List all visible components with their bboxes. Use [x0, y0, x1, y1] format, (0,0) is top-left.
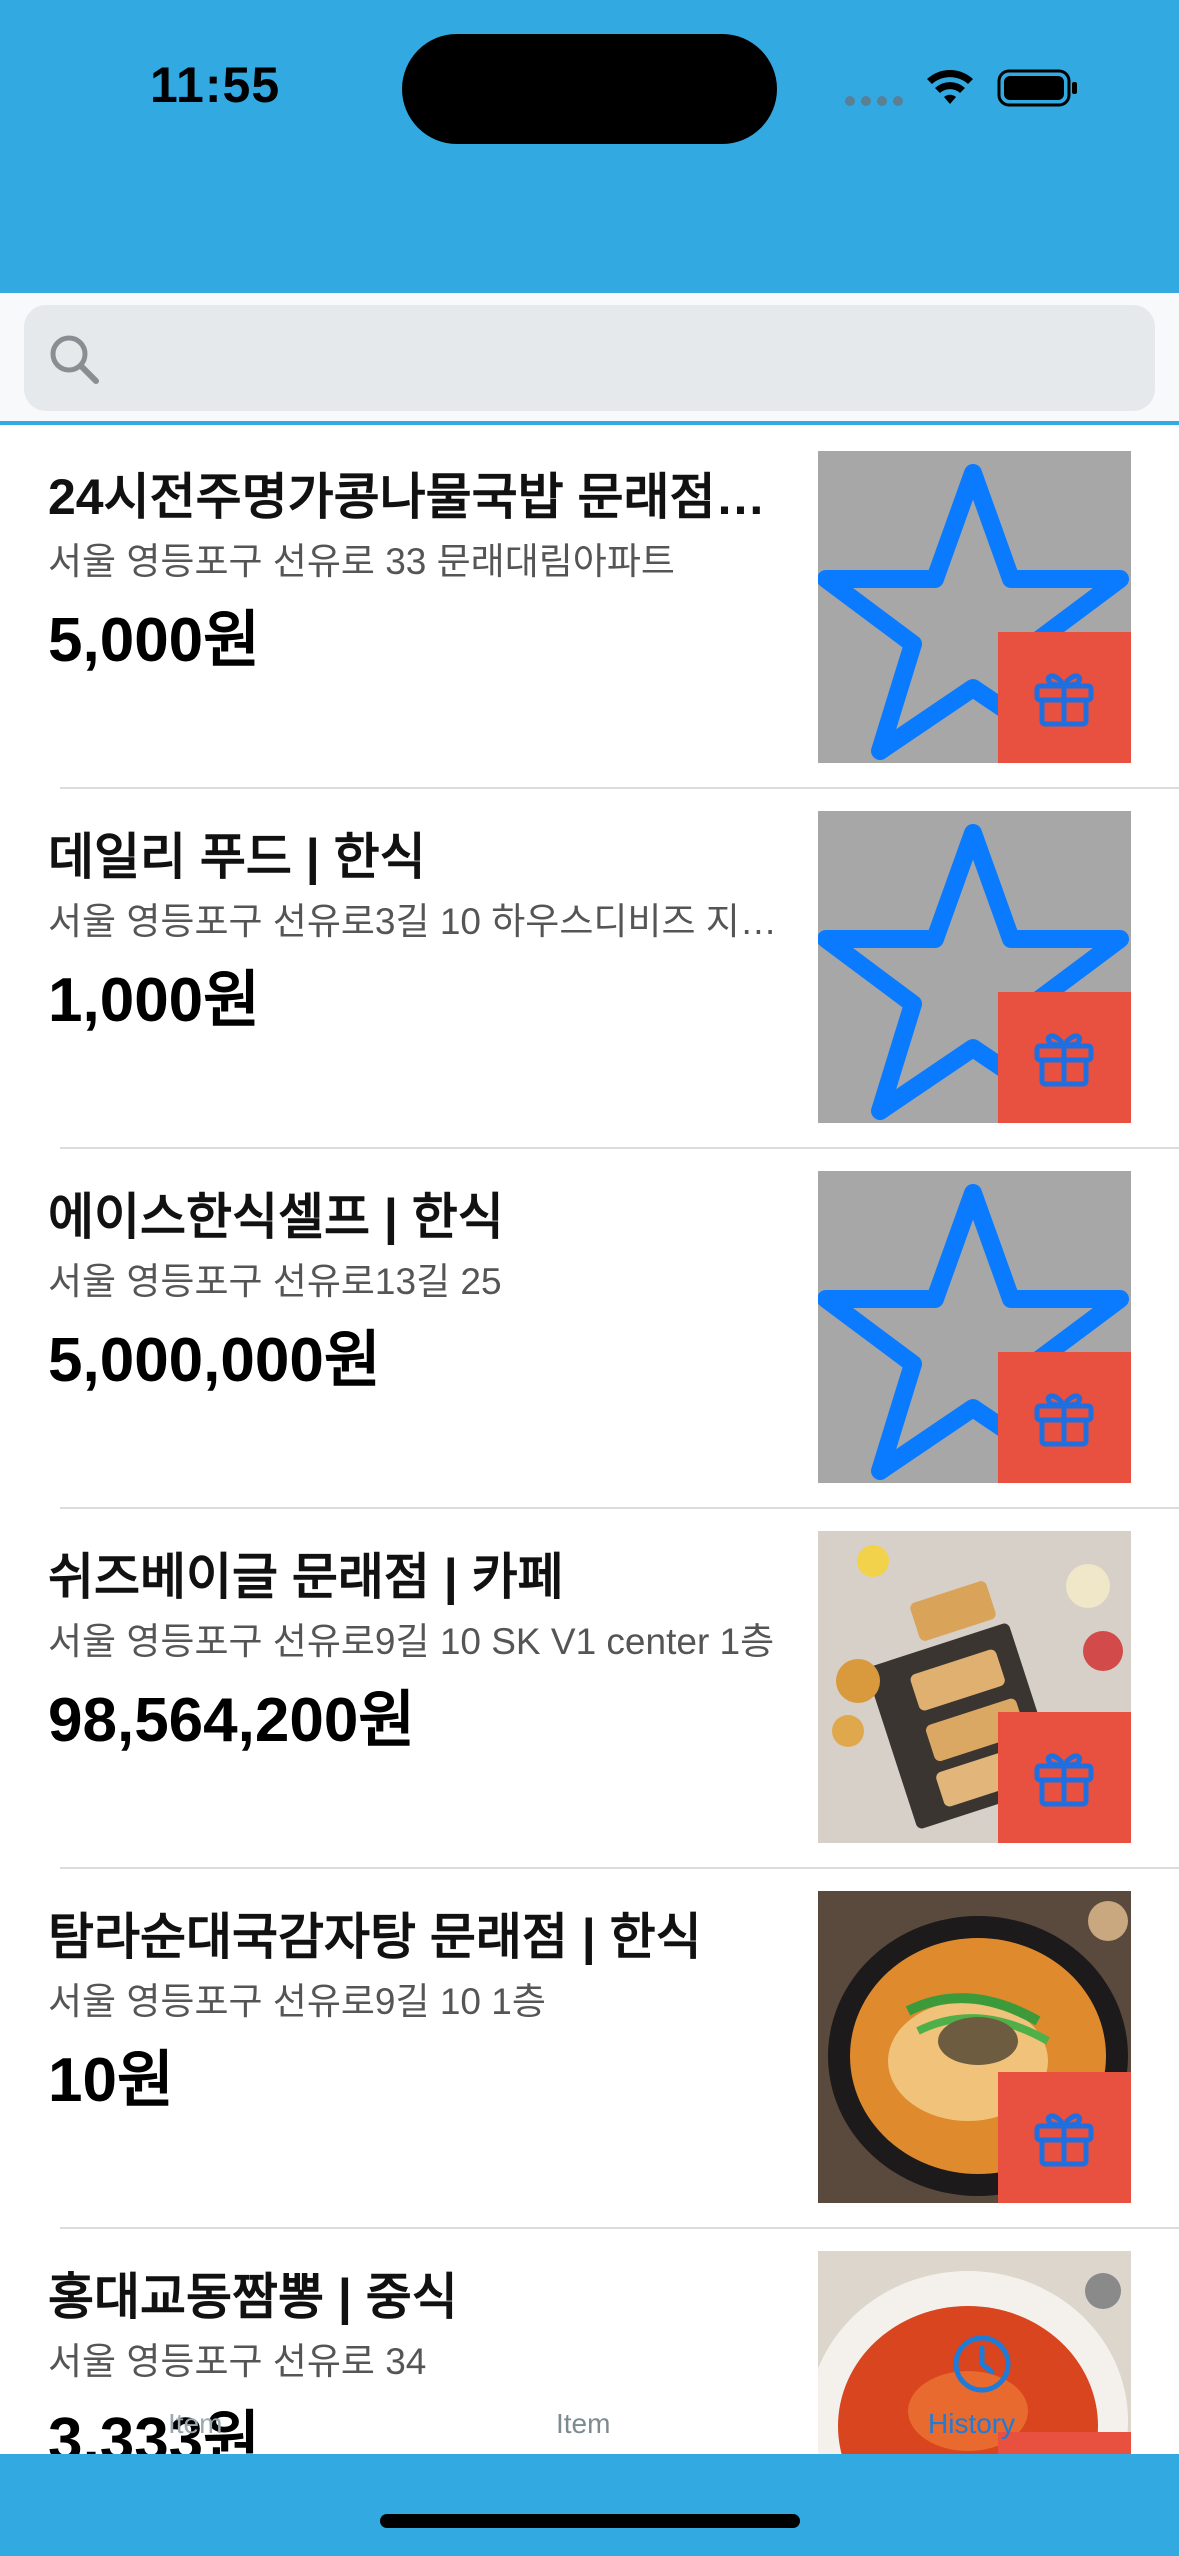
- list-item[interactable]: 24시전주명가콩나물국밥 문래점 | 한식 서울 영등포구 선유로 33 문래대…: [0, 429, 1179, 789]
- list-item[interactable]: 데일리 푸드 | 한식 서울 영등포구 선유로3길 10 하우스디비즈 지식산업…: [0, 789, 1179, 1149]
- history-icon[interactable]: [948, 2330, 1016, 2398]
- list-item[interactable]: 쉬즈베이글 문래점 | 카페 서울 영등포구 선유로9길 10 SK V1 ce…: [0, 1509, 1179, 1869]
- item-price: 1,000원: [48, 966, 261, 1035]
- tab-history[interactable]: History: [928, 2408, 1015, 2440]
- gift-icon: [1034, 1393, 1094, 1447]
- tab-item-2[interactable]: Item: [556, 2408, 610, 2440]
- gift-icon: [1034, 1753, 1094, 1807]
- battery-icon: [997, 69, 1077, 107]
- search-icon: [50, 335, 99, 384]
- item-title: 데일리 푸드 | 한식: [48, 829, 426, 885]
- gift-button[interactable]: [998, 2432, 1131, 2454]
- item-price: 5,000원: [48, 606, 261, 675]
- home-indicator[interactable]: [380, 2514, 800, 2528]
- item-price: 98,564,200원: [48, 1686, 416, 1755]
- item-address: 서울 영등포구 선유로13길 25: [48, 1261, 502, 1302]
- app-bar: 11:55: [0, 0, 1179, 293]
- gift-icon: [1034, 1033, 1094, 1087]
- wifi-icon: [927, 70, 973, 104]
- item-address: 서울 영등포구 선유로9길 10 1층: [48, 1981, 546, 2022]
- item-address: 서울 영등포구 선유로 34: [48, 2341, 427, 2382]
- search-bar: [0, 293, 1179, 425]
- gift-icon: [1034, 2113, 1094, 2167]
- item-title: 홍대교동짬뽕 | 중식: [48, 2269, 458, 2325]
- item-price: 10원: [48, 2046, 175, 2115]
- gift-button[interactable]: [998, 1352, 1131, 1483]
- item-title: 에이스한식셀프 | 한식: [48, 1189, 504, 1245]
- restaurant-list[interactable]: 24시전주명가콩나물국밥 문래점 | 한식 서울 영등포구 선유로 33 문래대…: [0, 429, 1179, 2454]
- item-address: 서울 영등포구 선유로 33 문래대림아파트: [48, 541, 675, 582]
- search-input[interactable]: [124, 305, 1134, 411]
- tab-bar: [0, 2454, 1179, 2556]
- item-address: 서울 영등포구 선유로3길 10 하우스디비즈 지식산업센터: [48, 901, 788, 942]
- dynamic-island: [402, 34, 777, 144]
- gift-icon: [1034, 673, 1094, 727]
- item-title: 24시전주명가콩나물국밥 문래점 | 한식: [48, 469, 778, 525]
- gift-button[interactable]: [998, 992, 1131, 1123]
- gift-button[interactable]: [998, 1712, 1131, 1843]
- list-item[interactable]: 에이스한식셀프 | 한식 서울 영등포구 선유로13길 25 5,000,000…: [0, 1149, 1179, 1509]
- status-time: 11:55: [150, 57, 281, 113]
- item-title: 탐라순대국감자탕 문래점 | 한식: [48, 1909, 702, 1965]
- search-field[interactable]: [24, 305, 1155, 411]
- item-price: 5,000,000원: [48, 1326, 381, 1395]
- list-item[interactable]: 탐라순대국감자탕 문래점 | 한식 서울 영등포구 선유로9길 10 1층 10…: [0, 1869, 1179, 2229]
- item-title: 쉬즈베이글 문래점 | 카페: [48, 1549, 564, 1605]
- cellular-signal-icon: [845, 96, 905, 106]
- item-address: 서울 영등포구 선유로9길 10 SK V1 center 1층: [48, 1621, 775, 1662]
- gift-button[interactable]: [998, 2072, 1131, 2203]
- item-price: 3,333원: [48, 2406, 261, 2454]
- gift-button[interactable]: [998, 632, 1131, 763]
- tab-item-1[interactable]: Item: [168, 2408, 222, 2440]
